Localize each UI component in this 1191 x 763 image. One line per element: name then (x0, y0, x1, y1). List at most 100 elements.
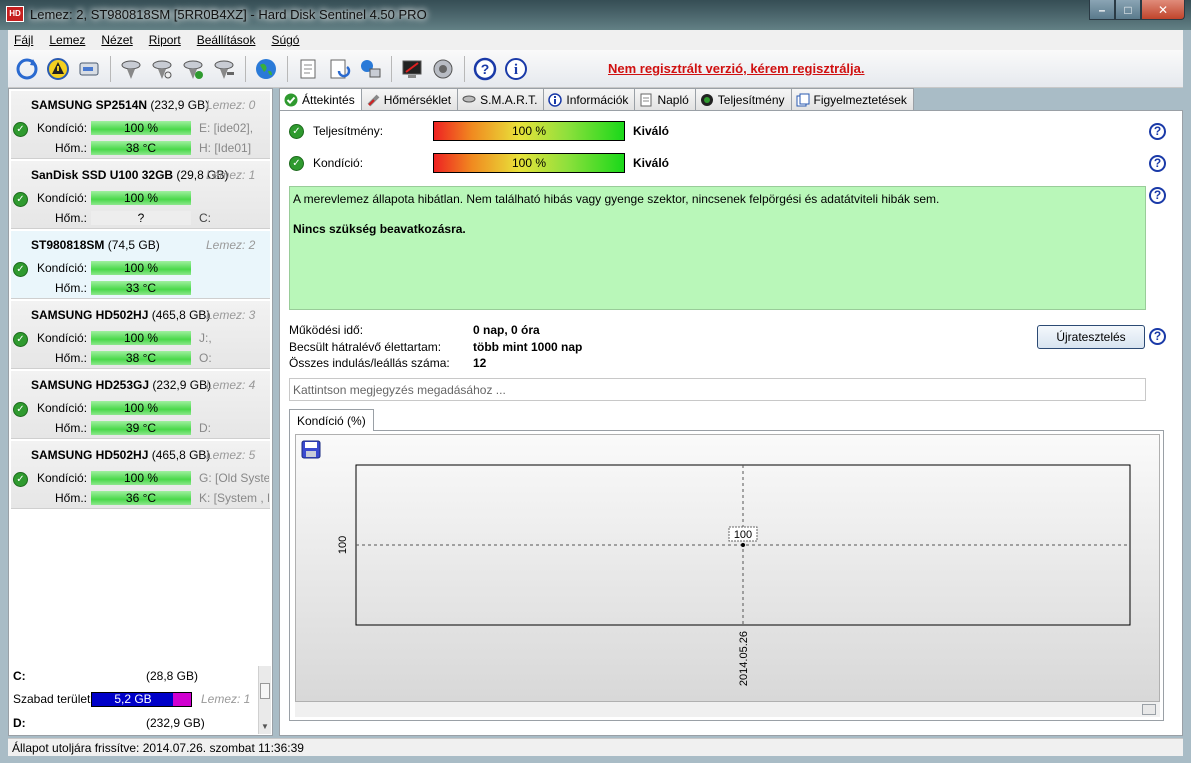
uptime-value: 0 nap, 0 óra (473, 323, 540, 337)
tab-performance-label: Teljesítmény (717, 92, 785, 107)
scroll-down-arrow-icon[interactable]: ▼ (261, 722, 269, 731)
menu-file[interactable]: Fájl (8, 33, 39, 47)
disk-name: SanDisk SSD U100 32GB (29,8 GB) (31, 168, 229, 182)
condition-ok-icon: ✓ (13, 472, 28, 487)
app-logo-icon: HD (6, 6, 24, 22)
condition-chart: 100 100 2014.05.26 (337, 464, 1131, 686)
svg-text:i: i (513, 62, 517, 78)
menu-view[interactable]: Nézet (95, 33, 138, 47)
alerts-icon (796, 93, 810, 107)
globe-icon[interactable] (251, 54, 280, 83)
menu-disk[interactable]: Lemez (43, 33, 91, 47)
network-icon[interactable] (355, 54, 384, 83)
title-bar[interactable]: HD Lemez: 2, ST980818SM [5RR0B4XZ] - Har… (0, 0, 1191, 30)
main-tabs: Áttekintés Hőmérséklet S.M.A.R.T. Inform… (279, 88, 914, 111)
registration-warning-link[interactable]: Nem regisztrált verzió, kérem regisztrál… (608, 61, 865, 76)
free-space-label: Szabad terület (13, 692, 91, 706)
condition-ok-icon: ✓ (13, 192, 28, 207)
app-window: HD Lemez: 2, ST980818SM [5RR0B4XZ] - Har… (0, 0, 1191, 763)
retest-help-icon[interactable]: ? (1149, 328, 1166, 345)
performance-help-icon[interactable]: ? (1149, 123, 1166, 140)
sound-icon[interactable] (428, 54, 457, 83)
disk-item[interactable]: SAMSUNG SP2514N (232,9 GB) Lemez: 0 ✓ Kondí… (11, 91, 270, 159)
surface-test-icon[interactable] (147, 54, 176, 83)
retest-button[interactable]: Újratesztelés (1037, 325, 1145, 349)
configure-icon[interactable] (397, 54, 426, 83)
disk-name: SAMSUNG HD502HJ (465,8 GB) (31, 308, 211, 322)
disk-item[interactable]: ST980818SM (74,5 GB) Lemez: 2 ✓ Kondíció: 10… (11, 231, 270, 299)
toolbar-separator (287, 55, 288, 82)
disk-condition-bar: 100 % (91, 471, 191, 485)
free-space-lemez: Lemez: 1 (201, 692, 251, 706)
disk-tool-icon[interactable] (209, 54, 238, 83)
minimize-button[interactable]: – (1089, 0, 1115, 20)
menu-help[interactable]: Súgó (265, 33, 305, 47)
toolbar-separator (391, 55, 392, 82)
scroll-thumb[interactable] (260, 683, 270, 699)
tab-alerts-label: Figyelmeztetések (813, 92, 907, 107)
disk-condition-bar: 100 % (91, 261, 191, 275)
warning-icon[interactable] (43, 54, 72, 83)
disk-temp-value: 38 °C (125, 351, 157, 365)
help-icon[interactable]: ? (470, 54, 499, 83)
disk-item[interactable]: SanDisk SSD U100 32GB (29,8 GB) Lemez: 1 ✓… (11, 161, 270, 229)
tab-temperature-label: Hőmérséklet (383, 92, 452, 107)
disk-temp-value: ? (137, 211, 145, 225)
partition-scrollbar[interactable]: ▼ (258, 666, 271, 734)
tab-condition-graph[interactable]: Kondíció (%) (289, 409, 374, 431)
disk-item[interactable]: SAMSUNG HD502HJ (465,8 GB) Lemez: 3 ✓ Kondí… (11, 301, 270, 369)
status-action: Nincs szükség beavatkozásra. (293, 222, 466, 236)
disk-temp-label: Hőm.: (55, 281, 88, 295)
performance-ok-icon: ✓ (289, 124, 304, 139)
disk-number: Lemez: 0 (206, 98, 256, 112)
disk-temp-bar: 36 °C (91, 491, 191, 505)
disk-ok-icon[interactable] (178, 54, 207, 83)
disk-info-icon[interactable] (74, 54, 103, 83)
tab-performance[interactable]: Teljesítmény (694, 88, 792, 110)
comment-field[interactable]: Kattintson megjegyzés megadásához ... (289, 378, 1146, 401)
close-button[interactable]: ✕ (1141, 0, 1185, 20)
tab-temperature[interactable]: Hőmérséklet (360, 88, 459, 110)
tab-alerts[interactable]: Figyelmeztetések (790, 88, 914, 110)
smart-icon (462, 93, 476, 107)
status-help-icon[interactable]: ? (1149, 187, 1166, 204)
toolbar-separator (245, 55, 246, 82)
uptime-label: Működési idő: (289, 323, 364, 337)
disk-item[interactable]: SAMSUNG HD502HJ (465,8 GB) Lemez: 5 ✓ Kondí… (11, 441, 270, 509)
window-controls: – □ ✕ (1089, 0, 1185, 20)
condition-help-icon[interactable]: ? (1149, 155, 1166, 172)
disk-condition-label: Kondíció: (37, 331, 88, 345)
tab-smart[interactable]: S.M.A.R.T. (457, 88, 545, 110)
report-icon[interactable] (293, 54, 322, 83)
disk-condition-label: Kondíció: (37, 401, 88, 415)
disk-capacity: (74,5 GB) (107, 238, 160, 252)
thermometer-icon (366, 93, 380, 107)
startstop-label: Összes indulás/leállás száma: (289, 356, 450, 370)
graph-scrollbar[interactable] (295, 702, 1160, 717)
tab-information[interactable]: Információk (543, 88, 636, 110)
disk-temp-value: 38 °C (125, 141, 157, 155)
disk-name: SAMSUNG HD502HJ (465,8 GB) (31, 448, 211, 462)
tab-overview[interactable]: Áttekintés (279, 88, 362, 111)
disk-drive-letters-2: H: [Ide01] (199, 141, 252, 155)
info-icon (548, 92, 563, 107)
info-icon[interactable]: i (501, 54, 530, 83)
graph-scroll-thumb[interactable] (1142, 704, 1156, 715)
gauge-icon (700, 93, 714, 107)
disk-item[interactable]: SAMSUNG HD253GJ (232,9 GB) Lemez: 4 ✓ Kondí… (11, 371, 270, 439)
maximize-button[interactable]: □ (1115, 0, 1141, 20)
refresh-icon[interactable] (12, 54, 41, 83)
disk-condition-value: 100 % (123, 191, 159, 205)
disk-condition-bar: 100 % (91, 191, 191, 205)
menu-report[interactable]: Riport (143, 33, 187, 47)
disk-condition-value: 100 % (123, 401, 159, 415)
smart-test-icon[interactable] (116, 54, 145, 83)
free-space-bar: 5,2 GB (91, 692, 192, 707)
send-report-icon[interactable] (324, 54, 353, 83)
x-tick-label: 2014.05.26 (738, 631, 750, 686)
tab-log[interactable]: Napló (634, 88, 696, 110)
disk-condition-bar: 100 % (91, 121, 191, 135)
disk-condition-value: 100 % (123, 471, 159, 485)
menu-bar: Fájl Lemez Nézet Riport Beállítások Súgó (8, 30, 1183, 50)
menu-settings[interactable]: Beállítások (191, 33, 262, 47)
